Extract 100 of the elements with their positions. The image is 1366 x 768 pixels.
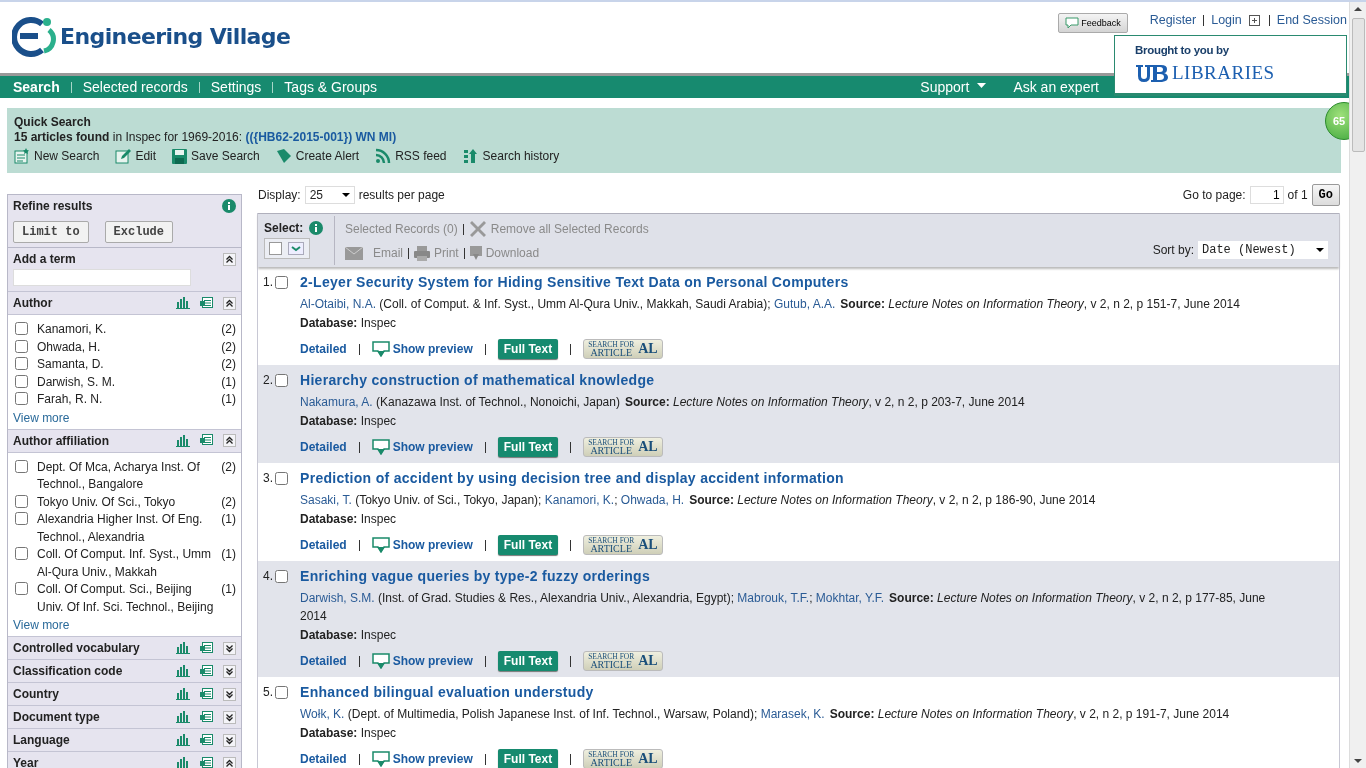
expand-icon[interactable]	[223, 641, 236, 655]
detailed-link[interactable]: Detailed	[300, 654, 347, 668]
collapse-icon[interactable]	[223, 434, 236, 447]
bar-chart-icon[interactable]	[176, 711, 190, 723]
show-preview-link[interactable]: Show preview	[371, 341, 473, 357]
facet-option[interactable]: Kanamori, K.	[37, 321, 216, 339]
export-icon[interactable]	[200, 434, 213, 447]
author-link[interactable]: Mabrouk, T.F.	[737, 591, 810, 605]
result-title-link[interactable]: 2-Leyer Security System for Hiding Sensitive Text Data on Personal Computers	[300, 274, 1279, 290]
header-link[interactable]: Login	[1211, 13, 1242, 27]
toolbar-link[interactable]: Edit	[115, 148, 157, 164]
bar-chart-icon[interactable]	[176, 688, 190, 700]
header-link[interactable]: Register	[1149, 13, 1197, 27]
nav-menu[interactable]: Support	[920, 79, 987, 95]
export-icon[interactable]	[200, 664, 213, 678]
go-button[interactable]: Go	[1311, 184, 1340, 206]
expand-icon[interactable]	[223, 710, 236, 724]
collapse-icon[interactable]	[223, 252, 236, 266]
facet-option[interactable]: Coll. Of Comput. Inf. Syst., Umm Al-Qura Univ., Makkah	[37, 546, 216, 581]
facet-checkbox[interactable]	[15, 322, 28, 335]
result-checkbox[interactable]	[275, 472, 288, 485]
author-link[interactable]: Al-Otaibi, N.A.	[300, 297, 377, 311]
facet-option[interactable]: Dept. Of Mca, Acharya Inst. Of Technol., Bangalore	[37, 458, 216, 494]
show-preview-link[interactable]: Show preview	[371, 751, 473, 767]
page-size-dropdown[interactable]: 25	[304, 186, 355, 204]
full-text-button[interactable]: Full Text	[497, 339, 559, 359]
nav-tab[interactable]: Tags & Groups	[284, 79, 377, 95]
term-field[interactable]	[13, 269, 191, 286]
export-icon[interactable]	[200, 296, 213, 310]
export-icon[interactable]	[200, 687, 213, 701]
bar-chart-icon[interactable]	[176, 757, 190, 768]
facet-checkbox[interactable]	[15, 512, 28, 525]
result-checkbox[interactable]	[275, 686, 288, 699]
view-more-link[interactable]: View more	[13, 410, 236, 425]
toolbar-link[interactable]: Save Search	[172, 148, 260, 164]
expand-icon[interactable]	[1248, 14, 1260, 26]
bar-chart-icon[interactable]	[176, 734, 190, 746]
bar-chart-icon[interactable]	[176, 642, 190, 654]
header-link[interactable]: End Session	[1276, 13, 1347, 27]
author-link[interactable]: Marasek, K.	[760, 707, 825, 721]
query-link[interactable]: (({HB62-2015-001}) WN MI)	[245, 130, 397, 144]
show-preview-link[interactable]: Show preview	[371, 653, 473, 669]
toolbar-link[interactable]: Search history	[462, 148, 560, 164]
expand-icon[interactable]	[223, 687, 236, 701]
result-checkbox[interactable]	[275, 570, 288, 583]
facet-checkbox[interactable]	[15, 547, 28, 560]
facet-option[interactable]: Tokyo Univ. Of Sci., Tokyo	[37, 493, 216, 511]
full-text-button[interactable]: Full Text	[497, 749, 559, 768]
facet-option[interactable]: Alexandria Higher Inst. Of Eng. Technol., Alexandria	[37, 511, 216, 546]
full-text-button[interactable]: Full Text	[497, 651, 559, 671]
nav-tab[interactable]: Selected records	[82, 79, 188, 95]
facet-checkbox[interactable]	[15, 392, 28, 405]
facet-checkbox[interactable]	[15, 582, 28, 595]
facet-checkbox[interactable]	[15, 494, 28, 508]
toolbar-link[interactable]: New Search	[14, 148, 100, 164]
export-icon[interactable]	[200, 733, 213, 747]
view-more-link[interactable]: View more	[13, 618, 236, 632]
author-link[interactable]: Wołk, K.	[300, 707, 345, 721]
export-icon[interactable]	[200, 710, 213, 724]
result-title-link[interactable]: Hierarchy construction of mathematical knowledge	[300, 372, 1279, 388]
facet-checkbox[interactable]	[15, 374, 28, 388]
collapse-icon[interactable]	[223, 756, 236, 768]
collapse-icon[interactable]	[223, 296, 236, 310]
show-preview-link[interactable]: Show preview	[371, 439, 473, 455]
author-link[interactable]: Gutub, A.A.	[773, 297, 836, 311]
result-checkbox[interactable]	[275, 374, 288, 387]
facet-checkbox[interactable]	[15, 459, 28, 473]
facet-option[interactable]: Ohwada, H.	[37, 338, 216, 356]
expand-icon[interactable]	[223, 733, 236, 747]
export-icon[interactable]	[200, 641, 213, 655]
author-link[interactable]: Sasaki, T.	[300, 493, 352, 507]
result-title-link[interactable]: Prediction of accident by using decision tree and display accident information	[300, 470, 1279, 486]
full-text-button[interactable]: Full Text	[497, 535, 559, 555]
facet-option[interactable]: Darwish, S. M.	[37, 373, 216, 391]
result-title-link[interactable]: Enriching vague queries by type-2 fuzzy orderings	[300, 568, 1279, 584]
full-text-button[interactable]: Full Text	[497, 437, 559, 457]
result-title-link[interactable]: Enhanced bilingual evaluation understudy	[300, 684, 1279, 700]
facet-option[interactable]: Samanta, D.	[37, 356, 216, 374]
nav-tab[interactable]: Settings	[210, 79, 262, 95]
toolbar-link[interactable]: Create Alert	[275, 148, 360, 164]
detailed-link[interactable]: Detailed	[300, 440, 347, 454]
author-link[interactable]: Ohwada, H.	[620, 493, 685, 507]
scrollbar[interactable]	[1349, 2, 1366, 768]
exclude-button[interactable]: Exclude	[104, 221, 174, 243]
feedback-button[interactable]: Feedback	[1058, 13, 1128, 33]
bar-chart-icon[interactable]	[176, 297, 190, 309]
facet-checkbox[interactable]	[15, 339, 28, 353]
facet-option[interactable]: Farah, R. N.	[37, 391, 216, 409]
author-link[interactable]: Nakamura, A.	[300, 395, 373, 409]
bar-chart-icon[interactable]	[176, 665, 190, 677]
nav-menu[interactable]: Ask an expert	[1013, 79, 1099, 95]
page-field[interactable]: 1	[1249, 186, 1284, 204]
facet-checkbox[interactable]	[15, 357, 28, 370]
limit-button[interactable]: Limit to	[13, 221, 89, 243]
info-icon[interactable]	[222, 199, 236, 213]
author-link[interactable]: Kanamori, K.	[544, 493, 615, 507]
show-preview-link[interactable]: Show preview	[371, 537, 473, 553]
expand-icon[interactable]	[223, 664, 236, 678]
scroll-thumb[interactable]	[1351, 18, 1365, 152]
result-checkbox[interactable]	[275, 276, 288, 289]
